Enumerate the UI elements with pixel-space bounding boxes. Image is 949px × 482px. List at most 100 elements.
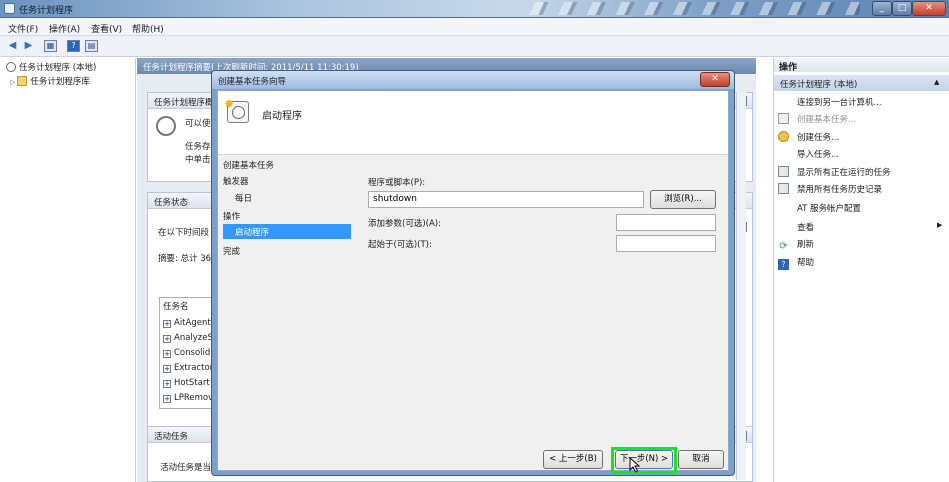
forward-arrow-icon[interactable]: ▶	[22, 40, 35, 52]
next-button-highlight	[611, 447, 677, 474]
wizard-icon	[778, 113, 789, 124]
action-disable-history[interactable]: 禁用所有任务历史记录	[778, 183, 882, 197]
actions-pane: 操作 任务计划程序 (本地) ▲ 连接到另一台计算机... 创建基本任务... …	[773, 58, 949, 482]
task-name: HotStart	[174, 378, 210, 388]
window-title: 任务计划程序	[19, 6, 74, 16]
create-basic-task-dialog: 创建基本任务向导 ✕ ✸ 启动程序 创建基本任务 触发器 每日 操作 启动程序 …	[211, 70, 735, 476]
tree-item-library[interactable]: ▷ 任务计划程序库	[10, 75, 90, 87]
task-row[interactable]: + LPRemov	[163, 393, 213, 403]
expand-icon[interactable]: +	[163, 350, 171, 358]
expand-icon[interactable]: +	[163, 380, 171, 388]
actions-subheader[interactable]: 任务计划程序 (本地) ▲	[774, 75, 949, 91]
minimize-button[interactable]: _	[872, 1, 892, 16]
task-row[interactable]: + Consolid	[163, 348, 210, 358]
dialog-banner: ✸ 启动程序	[218, 91, 728, 155]
step-action: 操作	[223, 212, 241, 222]
expand-icon[interactable]: +	[163, 395, 171, 403]
task-scheduler-app-icon	[4, 3, 15, 14]
show-actions-pane-icon[interactable]: ▤	[85, 40, 98, 52]
status-period-label: 在以下时间段	[158, 228, 210, 238]
task-row[interactable]: + AitAgent	[163, 318, 211, 328]
task-row[interactable]: + HotStart	[163, 378, 210, 388]
clock-icon	[6, 62, 16, 72]
help-icon[interactable]: ?	[67, 40, 80, 52]
back-arrow-icon[interactable]: ◀	[6, 40, 19, 52]
action-import-task[interactable]: 导入任务...	[778, 148, 839, 162]
active-tasks-text: 活动任务是当	[160, 463, 212, 473]
step-create-basic-task: 创建基本任务	[223, 161, 275, 171]
task-name: AnalyzeS	[174, 333, 213, 343]
step-daily: 每日	[235, 194, 253, 204]
titlebar-decoration	[520, 2, 860, 15]
help-icon: ?	[778, 259, 789, 270]
running-tasks-icon	[778, 166, 789, 177]
program-script-label: 程序或脚本(P):	[368, 178, 426, 188]
refresh-icon: ⟳	[779, 241, 788, 252]
wizard-clock-icon: ✸	[224, 97, 249, 123]
history-icon	[778, 183, 789, 194]
action-view[interactable]: 查看 ▶	[778, 221, 942, 235]
maximize-button[interactable]: □	[892, 1, 912, 16]
cancel-button[interactable]: 取消	[678, 450, 724, 469]
window-titlebar: 任务计划程序 _ □ ✕	[0, 0, 949, 18]
action-help[interactable]: ? 帮助	[778, 256, 814, 270]
expand-icon[interactable]: +	[163, 320, 171, 328]
star-icon: ✸	[224, 97, 235, 111]
menu-action[interactable]: 操作(A)	[49, 22, 80, 35]
mouse-cursor-icon	[629, 457, 641, 473]
action-refresh[interactable]: ⟳ 刷新	[778, 238, 814, 252]
toolbar: ◀ ▶ ▦ ? ▤	[0, 36, 949, 57]
step-trigger: 触发器	[223, 177, 249, 187]
action-connect-computer[interactable]: 连接到另一台计算机...	[778, 96, 882, 110]
dialog-titlebar: 创建基本任务向导 ✕	[212, 71, 734, 89]
start-in-input[interactable]	[616, 235, 716, 252]
task-name: LPRemov	[174, 393, 214, 403]
step-finish: 完成	[223, 247, 241, 257]
summary-scrollbar[interactable]	[736, 92, 746, 480]
add-arguments-label: 添加参数(可选)(A):	[368, 219, 441, 229]
tree-library-label: 任务计划程序库	[30, 77, 90, 87]
clock-icon	[156, 116, 176, 136]
collapse-up-icon[interactable]: ▲	[934, 78, 939, 86]
expand-icon[interactable]: +	[163, 365, 171, 373]
overview-text-1: 可以使	[185, 119, 211, 129]
menu-bar: 文件(F) 操作(A) 查看(V) 帮助(H)	[0, 18, 949, 36]
menu-file[interactable]: 文件(F)	[8, 22, 38, 35]
actions-header: 操作	[774, 58, 949, 73]
task-name: Consolid	[174, 348, 211, 358]
dialog-heading: 启动程序	[262, 111, 302, 122]
navigation-tree: 任务计划程序 (本地) ▷ 任务计划程序库	[0, 58, 136, 482]
tree-item-root[interactable]: 任务计划程序 (本地)	[6, 61, 96, 73]
task-row[interactable]: + AnalyzeS	[163, 333, 213, 343]
back-button[interactable]: < 上一步(B)	[543, 450, 603, 469]
step-start-program: 启动程序	[223, 224, 351, 239]
action-create-basic-task: 创建基本任务...	[778, 113, 856, 127]
menu-help[interactable]: 帮助(H)	[132, 22, 164, 35]
browse-button[interactable]: 浏览(R)...	[650, 190, 716, 209]
action-at-service-config[interactable]: AT 服务帐户配置	[778, 202, 861, 216]
actions-subheader-label: 任务计划程序 (本地)	[780, 80, 858, 90]
start-in-label: 起始于(可选)(T):	[368, 240, 432, 250]
dialog-title: 创建基本任务向导	[218, 77, 287, 87]
action-create-task[interactable]: 创建任务...	[778, 131, 839, 145]
submenu-arrow-icon: ▶	[937, 221, 943, 229]
menu-view[interactable]: 查看(V)	[91, 22, 122, 35]
dialog-body: ✸ 启动程序 创建基本任务 触发器 每日 操作 启动程序 完成 程序或脚本(P)…	[217, 90, 729, 474]
program-script-input[interactable]: shutdown	[368, 191, 644, 208]
status-summary-text: 摘要: 总计 36	[158, 254, 212, 264]
expand-icon[interactable]: +	[163, 335, 171, 343]
task-name: Extractor	[174, 363, 214, 373]
task-name: AitAgent	[174, 318, 211, 328]
task-row[interactable]: + Extractor	[163, 363, 213, 373]
overview-text-2: 任务存	[185, 142, 211, 152]
expand-arrow-icon[interactable]: ▷	[10, 78, 15, 86]
close-button[interactable]: ✕	[912, 1, 946, 16]
show-hide-tree-icon[interactable]: ▦	[44, 40, 57, 52]
task-name-column-header[interactable]: 任务名	[163, 300, 189, 312]
add-arguments-input[interactable]	[616, 214, 716, 231]
tree-root-label: 任务计划程序 (本地)	[19, 63, 97, 73]
action-show-running-tasks[interactable]: 显示所有正在运行的任务	[778, 166, 891, 180]
dialog-close-button[interactable]: ✕	[700, 72, 730, 87]
folder-icon	[17, 76, 28, 86]
overview-text-3: 中单击	[185, 155, 211, 165]
